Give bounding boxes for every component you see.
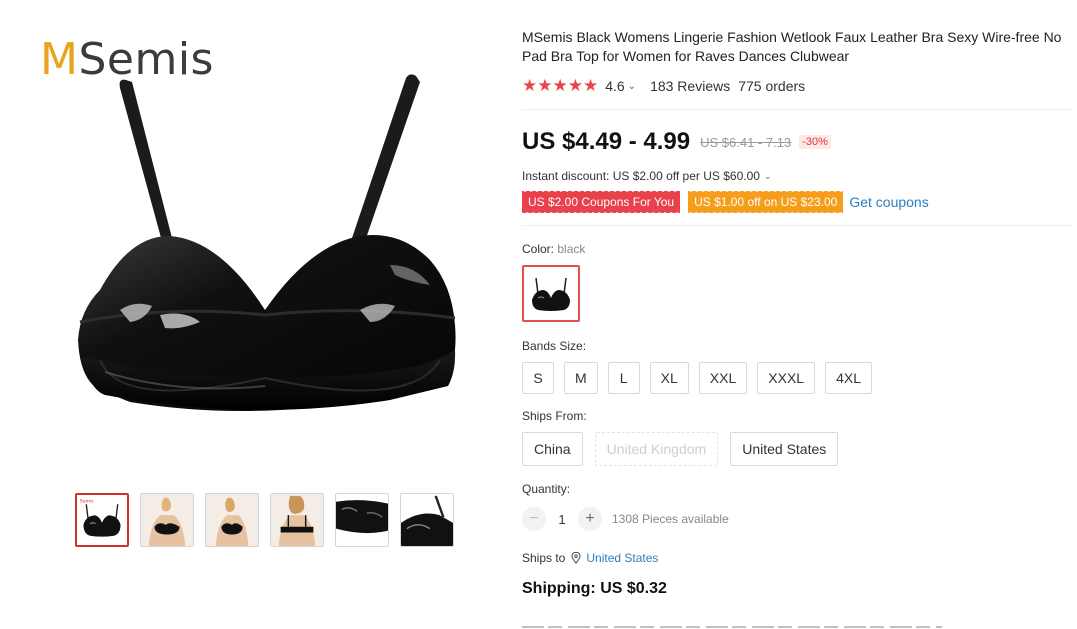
location-pin-icon xyxy=(571,552,581,564)
thumbnail-model-front[interactable] xyxy=(140,493,194,547)
product-info-panel: MSemis Black Womens Lingerie Fashion Wet… xyxy=(522,28,1072,598)
bra-front-thumbnail-icon: Semis xyxy=(80,498,121,537)
thumbnail-strip: Semis xyxy=(75,493,454,547)
ships-to-label: Ships to xyxy=(522,551,566,565)
orders-count: 775 orders xyxy=(738,78,806,94)
size-option-xxxl[interactable]: XXXL xyxy=(757,362,816,394)
instant-discount[interactable]: Instant discount: US $2.00 off per US $6… xyxy=(522,169,1072,183)
rating-row: ★★★★★ 4.6 ⌄ 183 Reviews 775 orders xyxy=(522,76,1072,96)
thumbnail-model-back[interactable] xyxy=(270,493,324,547)
size-option-m[interactable]: M xyxy=(564,362,598,394)
reviews-link[interactable]: 183 Reviews xyxy=(650,78,730,94)
get-coupons-link[interactable]: Get coupons xyxy=(849,194,928,210)
cut-off-text-line xyxy=(522,624,942,629)
model-front-thumbnail-icon xyxy=(141,494,193,546)
thumbnail-brand-label: Semis xyxy=(80,498,95,504)
size-option-xxl[interactable]: XXL xyxy=(698,362,748,394)
color-label: Color: black xyxy=(522,242,1072,256)
divider xyxy=(522,225,1072,226)
thumbnail-strap-closeup[interactable] xyxy=(400,493,454,547)
quantity-increase-button[interactable]: + xyxy=(578,507,602,531)
color-label-text: Color: xyxy=(522,242,555,256)
ships-to-country-link[interactable]: United States xyxy=(586,551,658,565)
quantity-stepper: − 1 + 1308 Pieces available xyxy=(522,506,1072,532)
quantity-input[interactable]: 1 xyxy=(546,512,578,527)
bra-swatch-icon xyxy=(532,277,570,311)
detail-closeup-thumbnail-icon xyxy=(336,500,388,534)
ships-from-china[interactable]: China xyxy=(522,432,583,466)
shipping-cost: Shipping: US $0.32 xyxy=(522,580,667,597)
ships-from-united-states[interactable]: United States xyxy=(730,432,839,466)
ships-to-row: Ships to United States xyxy=(522,551,1072,565)
instant-discount-text: Instant discount: US $2.00 off per US $6… xyxy=(522,169,760,183)
size-option-l[interactable]: L xyxy=(607,362,640,394)
main-product-image[interactable] xyxy=(60,60,470,470)
rating-stars-icon: ★★★★★ xyxy=(522,76,599,95)
model-back-thumbnail-icon xyxy=(271,494,323,546)
divider xyxy=(522,109,1072,110)
quantity-label: Quantity: xyxy=(522,482,571,496)
price-row: US $4.49 - 4.99 US $6.41 - 7.13 -30% xyxy=(522,127,1072,157)
chevron-down-icon[interactable]: ⌄ xyxy=(764,171,772,182)
bands-size-label: Bands Size: xyxy=(522,339,587,353)
ships-from-label: Ships From: xyxy=(522,409,587,423)
size-option-4xl[interactable]: 4XL xyxy=(825,362,872,394)
product-gallery: MSemis Semis xyxy=(0,0,500,629)
size-option-s[interactable]: S xyxy=(522,362,554,394)
product-title: MSemis Black Womens Lingerie Fashion Wet… xyxy=(522,29,1062,64)
bra-product-image xyxy=(78,74,456,411)
chevron-down-icon[interactable]: ⌄ xyxy=(628,81,636,92)
color-option-black[interactable] xyxy=(522,265,580,322)
thumbnail-bra-front[interactable]: Semis xyxy=(75,493,129,547)
coupon-select[interactable]: US $1.00 off on US $23.00 xyxy=(688,190,844,213)
pieces-available: 1308 Pieces available xyxy=(612,512,729,526)
thumbnail-detail-closeup[interactable] xyxy=(335,493,389,547)
original-price: US $6.41 - 7.13 xyxy=(700,134,792,150)
rating-value[interactable]: 4.6 xyxy=(605,78,624,94)
current-price: US $4.49 - 4.99 xyxy=(522,128,691,155)
size-options: S M L XL XXL XXXL 4XL xyxy=(522,362,1072,394)
coupon-row: US $2.00 Coupons For You US $1.00 off on… xyxy=(522,190,1072,213)
strap-closeup-thumbnail-icon xyxy=(401,495,453,546)
model-angle-thumbnail-icon xyxy=(206,494,258,546)
size-option-xl[interactable]: XL xyxy=(649,362,689,394)
discount-badge: -30% xyxy=(799,135,831,149)
ships-from-united-kingdom: United Kingdom xyxy=(594,432,719,466)
coupon-store[interactable]: US $2.00 Coupons For You xyxy=(522,190,681,213)
ships-from-options: China United Kingdom United States xyxy=(522,432,1072,466)
thumbnail-model-angle[interactable] xyxy=(205,493,259,547)
color-value: black xyxy=(557,242,586,256)
quantity-decrease-button[interactable]: − xyxy=(522,507,546,531)
